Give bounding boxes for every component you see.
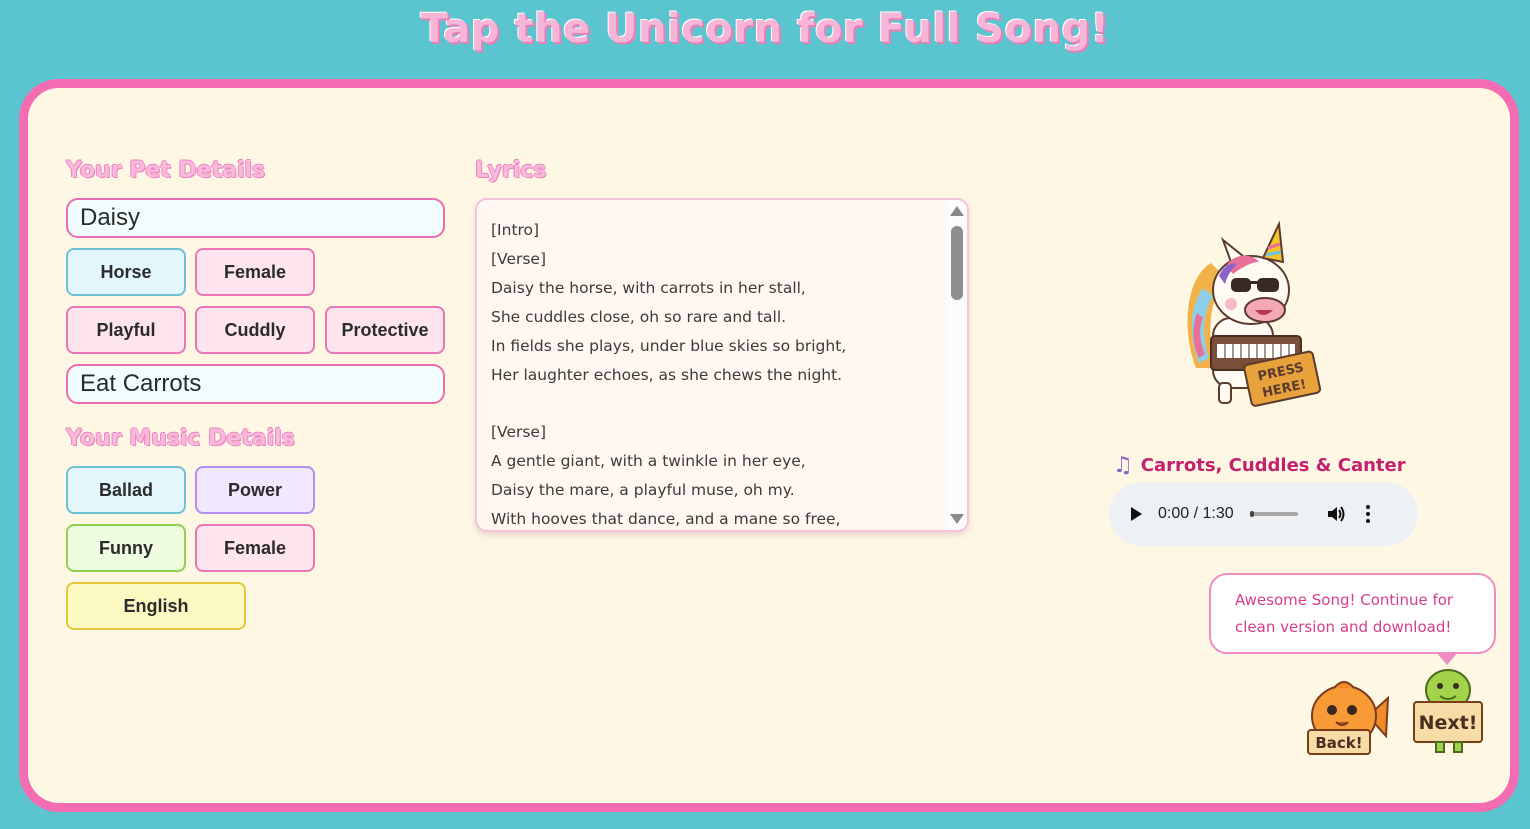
unicorn-keyboard-icon[interactable]: PRESS HERE! [1171, 218, 1321, 418]
music-chip-power[interactable]: Power [195, 466, 315, 514]
music-chip-funny[interactable]: Funny [66, 524, 186, 572]
volume-icon[interactable] [1326, 505, 1346, 523]
lyrics-scrollbar[interactable] [947, 200, 967, 530]
speech-bubble-tail [1436, 652, 1458, 665]
music-note-icon: ♫ [1113, 452, 1133, 478]
pet-name-input[interactable]: Daisy [66, 198, 445, 238]
music-chip-english[interactable]: English [66, 582, 246, 630]
scroll-down-arrow-icon[interactable] [950, 514, 964, 524]
back-label: Back! [1315, 734, 1362, 752]
turtle-next-icon[interactable]: Next! [1410, 666, 1486, 754]
pet-gender-chip-female[interactable]: Female [195, 248, 315, 296]
scroll-up-arrow-icon[interactable] [950, 206, 964, 216]
next-label: Next! [1419, 712, 1478, 734]
speech-bubble: Awesome Song! Continue for clean version… [1209, 573, 1496, 654]
music-chip-ballad[interactable]: Ballad [66, 466, 186, 514]
lyrics-text: [Intro] [Verse] Daisy the horse, with ca… [491, 221, 847, 529]
fish-back-icon[interactable]: Back! [1306, 676, 1390, 762]
main-card: Your Pet Details Daisy Horse Female Play… [19, 79, 1519, 812]
time-display: 0:00 / 1:30 [1158, 505, 1234, 522]
pet-activity-input[interactable]: Eat Carrots [66, 364, 445, 404]
trait-chip-protective[interactable]: Protective [325, 306, 445, 354]
music-details-title: Your Music Details [66, 426, 295, 451]
more-options-icon[interactable] [1365, 505, 1370, 523]
trait-chip-cuddly[interactable]: Cuddly [195, 306, 315, 354]
progress-slider[interactable] [1249, 511, 1298, 517]
audio-player[interactable]: 0:00 / 1:30 [1109, 482, 1418, 546]
lyrics-title: Lyrics [475, 158, 547, 183]
pet-type-chip-horse[interactable]: Horse [66, 248, 186, 296]
song-title: Carrots, Cuddles & Canter [1140, 454, 1406, 476]
pet-details-title: Your Pet Details [66, 158, 266, 183]
page-title: Tap the Unicorn for Full Song! [420, 6, 1110, 52]
scroll-thumb[interactable] [951, 226, 963, 300]
play-icon[interactable] [1131, 507, 1142, 521]
music-chip-female[interactable]: Female [195, 524, 315, 572]
trait-chip-playful[interactable]: Playful [66, 306, 186, 354]
song-title-row: ♫ Carrots, Cuddles & Canter [1113, 451, 1406, 479]
lyrics-box[interactable]: [Intro] [Verse] Daisy the horse, with ca… [475, 198, 969, 532]
